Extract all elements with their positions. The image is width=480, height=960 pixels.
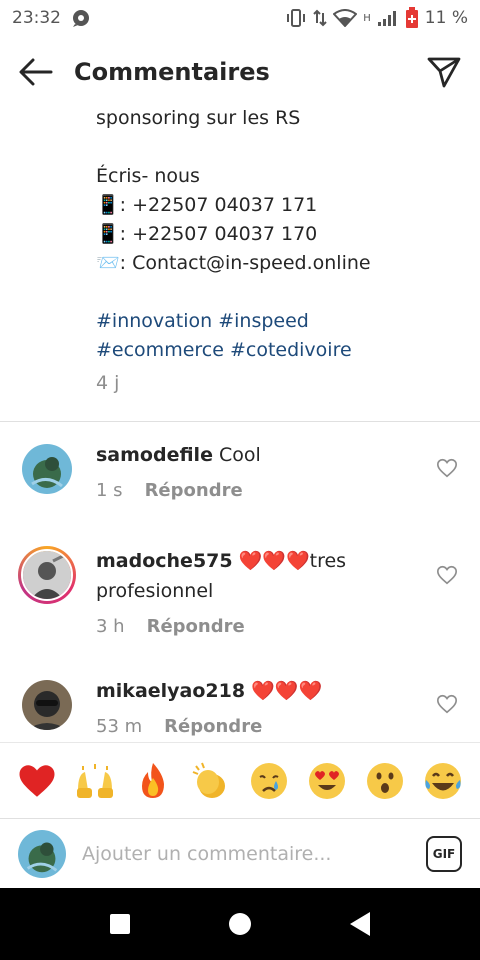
astonished-face-emoji-button[interactable] (360, 756, 410, 806)
like-comment-button[interactable] (436, 564, 458, 586)
comment-meta: 53 m Répondre (96, 712, 416, 742)
fire-emoji-button[interactable] (128, 756, 178, 806)
comment-time: 3 h (96, 616, 125, 637)
caption-line: 📱: +22507 04037 170 (96, 223, 318, 245)
hashtag-link[interactable]: #ecommerce #cotedivoire (96, 336, 466, 365)
crying-face-icon (251, 762, 287, 799)
comment-input-row: GIF (0, 818, 480, 888)
tears-of-joy-icon (425, 762, 461, 799)
header: Commentaires (0, 40, 480, 104)
comment-username[interactable]: mikaelyao218 (96, 680, 245, 702)
wifi-icon (333, 9, 358, 27)
system-nav-bar (0, 888, 480, 960)
back-arrow-icon (19, 58, 53, 86)
comment-content: Cool (212, 444, 261, 466)
home-button[interactable] (216, 900, 264, 948)
post-caption: sponsoring sur les RS Écris- nous 📱: +22… (96, 104, 466, 398)
reply-button[interactable]: Répondre (145, 480, 243, 501)
comment-meta: 3 h Répondre (96, 612, 416, 642)
caption-line: 📨: Contact@in-speed.online (96, 252, 371, 274)
send-icon (427, 57, 461, 88)
heart-outline-icon (437, 694, 457, 714)
fire-icon (142, 762, 164, 798)
post-age: 4 j (96, 372, 120, 394)
status-bar: 23:32 H 11 % (0, 0, 480, 36)
like-comment-button[interactable] (436, 693, 458, 715)
comment-username[interactable]: madoche575 (96, 550, 233, 572)
caption-line: 📱: +22507 04037 171 (96, 194, 318, 216)
caption-line: sponsoring sur les RS (96, 107, 301, 129)
heart-outline-icon (437, 458, 457, 478)
comment-meta: 1 s Répondre (96, 476, 416, 506)
reply-button[interactable]: Répondre (147, 616, 245, 637)
astonished-face-icon (367, 762, 403, 799)
comment-input[interactable] (82, 842, 372, 865)
caption-line: Écris- nous (96, 165, 200, 187)
like-comment-button[interactable] (436, 457, 458, 479)
back-button[interactable] (16, 52, 56, 92)
data-arrows-icon (313, 9, 327, 27)
comment-time: 53 m (96, 716, 143, 737)
system-back-button[interactable] (336, 900, 384, 948)
share-button[interactable] (424, 52, 464, 92)
battery-percent: 11 % (424, 8, 468, 28)
comment-content: ❤️❤️❤️ (245, 680, 323, 702)
caption-line (96, 278, 466, 307)
heart-eyes-icon (309, 762, 345, 799)
reply-button[interactable]: Répondre (164, 716, 262, 737)
clapping-hands-emoji-button[interactable] (186, 756, 236, 806)
tears-of-joy-emoji-button[interactable] (418, 756, 468, 806)
vibrate-icon (285, 9, 307, 27)
crying-face-emoji-button[interactable] (244, 756, 294, 806)
raising-hands-icon (77, 763, 113, 798)
square-icon (110, 914, 130, 934)
hashtag-link[interactable]: #innovation #inspeed (96, 307, 466, 336)
comment-text: mikaelyao218 ❤️❤️❤️ (96, 676, 416, 706)
heart-outline-icon (437, 565, 457, 585)
signal-icon (377, 9, 399, 27)
avatar (18, 829, 66, 878)
heart-eyes-emoji-button[interactable] (302, 756, 352, 806)
triangle-back-icon (350, 912, 370, 936)
avatar[interactable] (22, 680, 72, 730)
heart-icon (19, 764, 55, 797)
comment-text: samodefile Cool (96, 440, 416, 470)
comment-username[interactable]: samodefile (96, 444, 213, 466)
network-type-label: H (363, 12, 371, 24)
clapping-hands-icon (192, 762, 225, 798)
divider (0, 421, 480, 422)
circle-icon (229, 913, 251, 935)
heart-emoji-button[interactable] (12, 756, 62, 806)
caption-line (96, 133, 466, 162)
status-time: 23:32 (12, 8, 61, 28)
recents-button[interactable] (96, 900, 144, 948)
avatar[interactable] (22, 444, 72, 494)
raising-hands-emoji-button[interactable] (70, 756, 120, 806)
battery-icon (405, 7, 419, 29)
notification-icon (71, 8, 91, 28)
avatar[interactable] (18, 546, 76, 604)
comment-time: 1 s (96, 480, 123, 501)
comment-text: madoche575 ❤️❤️❤️tres profesionnel (96, 546, 416, 606)
emoji-reaction-bar (0, 742, 480, 818)
gif-button[interactable]: GIF (426, 835, 462, 872)
page-title: Commentaires (74, 58, 270, 86)
